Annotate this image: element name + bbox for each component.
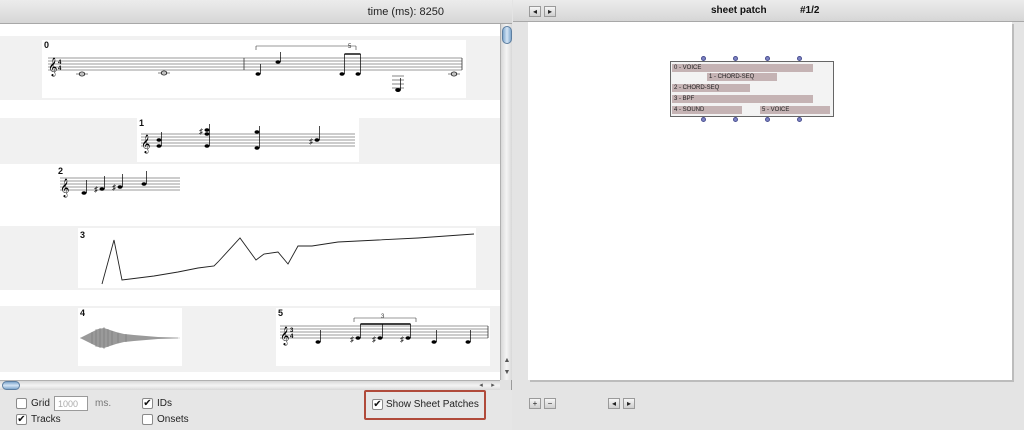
grid-interval-input[interactable] bbox=[54, 396, 88, 411]
add-page-icon[interactable]: + bbox=[529, 398, 541, 409]
patch-row-bpf[interactable]: 3 - BPF bbox=[672, 95, 813, 103]
tuplet-number: 3 bbox=[381, 314, 385, 320]
patch-canvas[interactable]: 0 - VOICE 1 - CHORD-SEQ 2 - CHORD-SEQ 3 … bbox=[528, 22, 1012, 380]
patch-row-voice[interactable]: 0 - VOICE bbox=[672, 64, 813, 72]
chord-seq-staff: 𝄞 ♯ ♯ bbox=[60, 171, 180, 198]
patch-row-chord-seq[interactable]: 2 - CHORD-SEQ bbox=[672, 84, 750, 92]
svg-text:♯: ♯ bbox=[199, 127, 203, 136]
show-sheet-patches-checkbox[interactable]: ✔ bbox=[372, 399, 383, 410]
next-page-icon[interactable]: ▸ bbox=[544, 6, 556, 17]
sheet-patch-box[interactable]: 0 - VOICE 1 - CHORD-SEQ 2 - CHORD-SEQ 3 … bbox=[670, 61, 834, 117]
score-header: time (ms): 8250 bbox=[0, 0, 512, 24]
track-row: 4 5 𝄞 3 4 3 ♯ ♯ ♯ bbox=[0, 306, 500, 372]
horizontal-scroll-thumb[interactable] bbox=[2, 381, 20, 390]
outlet-port[interactable] bbox=[797, 117, 802, 122]
score-view[interactable]: 0 𝄞 4 4 5 1 𝄞 ♯ ♯ 2 𝄞 ♯ ♯ 3 4 5 𝄞 3 4 3 … bbox=[0, 24, 500, 380]
scroll-right-icon[interactable]: ▸ bbox=[488, 381, 498, 390]
page-indicator: #1/2 bbox=[800, 5, 820, 16]
tuplet-number: 5 bbox=[348, 44, 352, 50]
sheet-patch-header: ◂ ▸ sheet patch #1/2 bbox=[513, 0, 1024, 22]
svg-text:𝄞: 𝄞 bbox=[141, 134, 150, 154]
ids-checkbox[interactable]: ✔ bbox=[142, 398, 153, 409]
prev-sheet-icon[interactable]: ◂ bbox=[608, 398, 620, 409]
sound-waveform bbox=[80, 327, 180, 349]
svg-text:♯: ♯ bbox=[309, 137, 313, 146]
svg-text:𝄞: 𝄞 bbox=[280, 326, 289, 346]
voice-staff: 𝄞 4 4 5 bbox=[48, 44, 463, 92]
svg-text:♯: ♯ bbox=[112, 183, 116, 192]
sheet-patch-title: sheet patch bbox=[711, 5, 767, 16]
vertical-scroll-thumb[interactable] bbox=[502, 26, 512, 44]
chord-seq-staff: 𝄞 ♯ ♯ bbox=[141, 124, 355, 154]
vertical-scrollbar[interactable]: ▲ ▼ bbox=[500, 24, 512, 380]
track-object-sound[interactable]: 4 bbox=[78, 308, 182, 366]
prev-page-icon[interactable]: ◂ bbox=[529, 6, 541, 17]
svg-text:♯: ♯ bbox=[372, 335, 376, 344]
remove-page-icon[interactable]: − bbox=[544, 398, 556, 409]
track-row: 1 𝄞 ♯ ♯ bbox=[0, 118, 500, 164]
display-options: Grid ms. ✔ Tracks ✔ IDs Onsets ✔ Show Sh… bbox=[0, 390, 512, 430]
tracks-label: Tracks bbox=[31, 414, 61, 425]
onsets-checkbox[interactable] bbox=[142, 414, 153, 425]
patch-row-sound[interactable]: 4 - SOUND bbox=[672, 106, 742, 114]
svg-text:♯: ♯ bbox=[94, 185, 98, 194]
scroll-left-icon[interactable]: ◂ bbox=[476, 381, 486, 390]
track-object-voice[interactable]: 0 𝄞 4 4 5 bbox=[42, 40, 466, 98]
outlet-port[interactable] bbox=[701, 117, 706, 122]
grid-checkbox[interactable] bbox=[16, 398, 27, 409]
scroll-down-icon[interactable]: ▼ bbox=[501, 368, 513, 378]
svg-text:♯: ♯ bbox=[400, 335, 404, 344]
svg-text:𝄞: 𝄞 bbox=[60, 178, 69, 198]
bpf-curve bbox=[101, 233, 475, 285]
outlet-port[interactable] bbox=[765, 117, 770, 122]
scroll-up-icon[interactable]: ▲ bbox=[501, 356, 513, 366]
svg-text:♯: ♯ bbox=[350, 335, 354, 344]
tracks-checkbox[interactable]: ✔ bbox=[16, 414, 27, 425]
track-object-chord-seq[interactable]: 2 𝄞 ♯ ♯ bbox=[56, 166, 182, 206]
next-sheet-icon[interactable]: ▸ bbox=[623, 398, 635, 409]
onsets-label: Onsets bbox=[157, 414, 189, 425]
outlet-port[interactable] bbox=[733, 117, 738, 122]
track-row: 0 𝄞 4 4 5 bbox=[0, 36, 500, 100]
grid-label: Grid bbox=[31, 398, 50, 409]
patch-row-chord-seq[interactable]: 1 - CHORD-SEQ bbox=[707, 73, 777, 81]
svg-text:𝄞: 𝄞 bbox=[48, 57, 57, 77]
track-row: 3 bbox=[0, 226, 500, 290]
show-sheet-patches-label: Show Sheet Patches bbox=[386, 399, 479, 410]
patch-row-voice[interactable]: 5 - VOICE bbox=[760, 106, 830, 114]
ids-label: IDs bbox=[157, 398, 172, 409]
track-object-chord-seq[interactable]: 1 𝄞 ♯ ♯ bbox=[137, 118, 359, 162]
time-readout: time (ms): 8250 bbox=[367, 6, 444, 18]
sheet-patch-pane: ◂ ▸ sheet patch #1/2 0 - VOICE 1 - CHORD… bbox=[513, 0, 1024, 430]
grid-unit-label: ms. bbox=[95, 398, 112, 409]
horizontal-scrollbar[interactable]: ◂ ▸ bbox=[0, 380, 500, 390]
show-sheet-patches-highlight: ✔ Show Sheet Patches bbox=[364, 390, 486, 420]
track-object-voice[interactable]: 5 𝄞 3 4 3 ♯ ♯ ♯ bbox=[276, 308, 490, 366]
track-object-bpf[interactable]: 3 bbox=[78, 228, 476, 288]
track-row: 2 𝄞 ♯ ♯ bbox=[0, 164, 500, 208]
sheet-editor-window: time (ms): 8250 0 𝄞 4 4 5 1 𝄞 ♯ ♯ 2 𝄞 ♯ … bbox=[0, 0, 1024, 430]
score-pane: time (ms): 8250 0 𝄞 4 4 5 1 𝄞 ♯ ♯ 2 𝄞 ♯ … bbox=[0, 0, 512, 430]
voice-staff: 𝄞 3 4 3 ♯ ♯ ♯ bbox=[280, 314, 489, 346]
